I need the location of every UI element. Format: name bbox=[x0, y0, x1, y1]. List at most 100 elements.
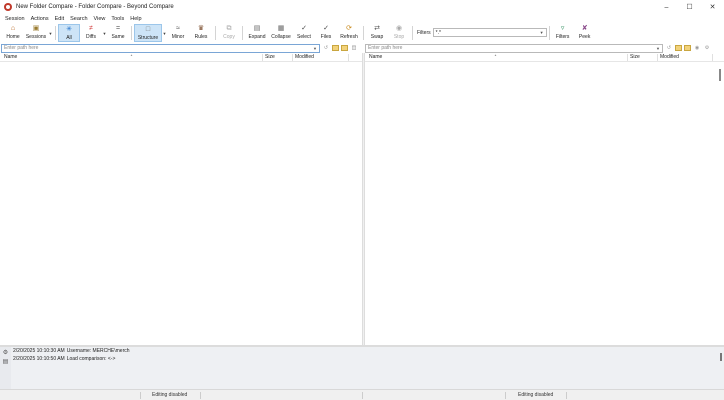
right-pane-scrollbar[interactable] bbox=[717, 63, 723, 343]
minor-button[interactable]: ≈ Minor bbox=[167, 24, 189, 42]
structure-label: Structure bbox=[137, 35, 159, 41]
scrollbar-thumb[interactable] bbox=[719, 69, 721, 81]
column-separator[interactable] bbox=[657, 54, 658, 61]
right-open-icon[interactable]: ◉ bbox=[693, 44, 701, 52]
expand-icon: ▤ bbox=[253, 25, 261, 32]
menu-session[interactable]: Session bbox=[2, 16, 28, 22]
right-path-dropdown-icon[interactable]: ▼ bbox=[656, 46, 660, 51]
menu-actions[interactable]: Actions bbox=[28, 16, 52, 22]
same-icon: = bbox=[115, 25, 121, 32]
right-folder-pane[interactable]: ▲ Name Size Modified bbox=[365, 53, 724, 345]
select-button[interactable]: ✓ Select bbox=[293, 24, 315, 42]
status-divider bbox=[200, 392, 201, 399]
all-button[interactable]: ✳ All bbox=[58, 24, 80, 42]
refresh-button[interactable]: ⟳ Refresh bbox=[337, 24, 361, 42]
swap-button[interactable]: ⇄ Swap bbox=[366, 24, 388, 42]
diffs-label: Diffs bbox=[86, 34, 96, 40]
right-col-name[interactable]: Name bbox=[369, 54, 382, 60]
left-browse-folder-icon[interactable] bbox=[332, 45, 339, 51]
filters-button-label: Filters bbox=[555, 34, 570, 40]
expand-label: Expand bbox=[248, 34, 266, 40]
maximize-button[interactable]: ☐ bbox=[678, 0, 701, 14]
select-label: Select bbox=[297, 34, 311, 40]
filters-label: Filters bbox=[417, 29, 431, 36]
sessions-button[interactable]: ▣ Sessions bbox=[24, 24, 48, 42]
save-log-icon[interactable]: ▤ bbox=[2, 358, 9, 365]
left-col-modified[interactable]: Modified bbox=[295, 54, 314, 60]
asterisk-icon: ✳ bbox=[66, 26, 72, 33]
column-separator[interactable] bbox=[292, 54, 293, 61]
log-timestamp: 2/20/2025 10:10:30 AM bbox=[13, 348, 65, 354]
structure-button[interactable]: □ Structure bbox=[134, 24, 162, 42]
column-separator[interactable] bbox=[262, 54, 263, 61]
toolbar: ⌂ Home ▣ Sessions ▼ ✳ All ≠ Diffs ▼ = Sa… bbox=[0, 24, 724, 43]
column-separator[interactable] bbox=[712, 54, 713, 61]
refresh-icon: ⟳ bbox=[346, 25, 352, 32]
toolbar-separator bbox=[215, 26, 216, 40]
filters-group: Filters *.* ▼ bbox=[417, 28, 547, 37]
left-layout-icon[interactable]: ◫ bbox=[350, 44, 358, 52]
right-history-icon[interactable]: ↺ bbox=[665, 44, 673, 52]
copy-button[interactable]: ⧉ Copy bbox=[218, 24, 240, 42]
swap-icon: ⇄ bbox=[374, 25, 380, 32]
minimize-button[interactable]: – bbox=[655, 0, 678, 14]
right-path-bar: ▼ ↺ ◉ ⚙ bbox=[365, 43, 724, 53]
select-check-icon: ✓ bbox=[301, 25, 307, 32]
status-divider bbox=[140, 392, 141, 399]
status-divider bbox=[566, 392, 567, 399]
funnel-icon: ▿ bbox=[560, 25, 565, 32]
toolbar-separator bbox=[412, 26, 413, 40]
window-controls: – ☐ ✕ bbox=[655, 0, 724, 14]
gear-icon[interactable]: ⚙ bbox=[2, 349, 9, 356]
expand-button[interactable]: ▤ Expand bbox=[245, 24, 269, 42]
right-settings-icon[interactable]: ⚙ bbox=[703, 44, 711, 52]
sort-indicator-icon: ▲ bbox=[494, 53, 497, 57]
menu-help[interactable]: Help bbox=[127, 16, 144, 22]
right-browse-folder-icon[interactable] bbox=[675, 45, 682, 51]
files-button[interactable]: ✓ Files bbox=[315, 24, 337, 42]
left-col-size[interactable]: Size bbox=[265, 54, 275, 60]
close-button[interactable]: ✕ bbox=[701, 0, 724, 14]
left-folder-pane[interactable]: ▲ Name Size Modified bbox=[0, 53, 362, 345]
stop-button[interactable]: ◉ Stop bbox=[388, 24, 410, 42]
left-path-input[interactable] bbox=[1, 43, 320, 53]
log-entry: 2/20/2025 10:10:50 AM Load comparison: <… bbox=[13, 356, 115, 362]
same-label: Same bbox=[111, 34, 125, 40]
status-divider bbox=[505, 392, 506, 399]
menu-search[interactable]: Search bbox=[67, 16, 90, 22]
column-separator[interactable] bbox=[348, 54, 349, 61]
right-column-header: ▲ Name Size Modified bbox=[365, 53, 724, 62]
left-history-icon[interactable]: ↺ bbox=[322, 44, 330, 52]
stop-icon: ◉ bbox=[395, 25, 403, 32]
right-path-input[interactable] bbox=[365, 43, 663, 53]
rules-button[interactable]: ♛ Rules bbox=[189, 24, 213, 42]
right-parent-folder-icon[interactable] bbox=[684, 45, 691, 51]
same-button[interactable]: = Same bbox=[107, 24, 129, 42]
column-separator[interactable] bbox=[627, 54, 628, 61]
home-button[interactable]: ⌂ Home bbox=[2, 24, 24, 42]
left-col-name[interactable]: Name bbox=[4, 54, 17, 60]
diffs-icon: ≠ bbox=[89, 25, 93, 32]
diffs-button[interactable]: ≠ Diffs bbox=[80, 24, 102, 42]
filters-input[interactable]: *.* ▼ bbox=[432, 28, 547, 37]
peek-button[interactable]: ✘ Peek bbox=[574, 24, 596, 42]
home-label: Home bbox=[6, 34, 20, 40]
filters-button[interactable]: ▿ Filters bbox=[552, 24, 574, 42]
collapse-button[interactable]: ▦ Collapse bbox=[269, 24, 293, 42]
right-col-size[interactable]: Size bbox=[630, 54, 640, 60]
menu-tools[interactable]: Tools bbox=[108, 16, 127, 22]
sessions-icon: ▣ bbox=[32, 25, 40, 32]
log-scrollbar-thumb[interactable] bbox=[720, 353, 722, 361]
window-title: New Folder Compare - Folder Compare - Be… bbox=[16, 4, 174, 10]
sessions-dropdown-icon[interactable]: ▼ bbox=[48, 24, 53, 42]
right-col-modified[interactable]: Modified bbox=[660, 54, 679, 60]
menu-view[interactable]: View bbox=[91, 16, 109, 22]
status-divider bbox=[362, 392, 363, 399]
toolbar-separator bbox=[55, 26, 56, 40]
left-parent-folder-icon[interactable] bbox=[341, 45, 348, 51]
sessions-label: Sessions bbox=[25, 34, 47, 40]
menu-edit[interactable]: Edit bbox=[52, 16, 67, 22]
log-message: Load comparison: <-> bbox=[66, 356, 116, 362]
filters-dropdown-icon[interactable]: ▼ bbox=[540, 30, 544, 35]
left-path-dropdown-icon[interactable]: ▼ bbox=[313, 46, 317, 51]
